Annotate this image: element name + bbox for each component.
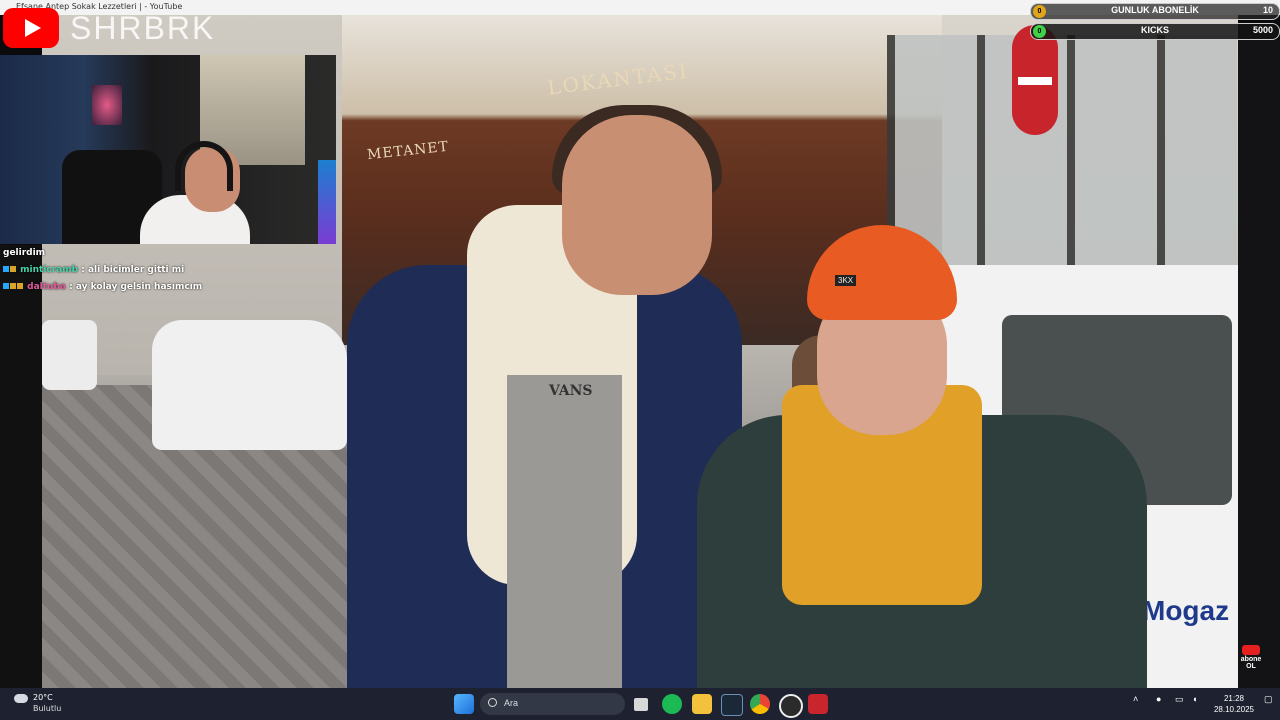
restaurant-sign: LOKANTASI: [546, 58, 690, 100]
presenter-woman: 3KX: [697, 225, 1147, 688]
grey-fleece: VANS: [507, 375, 622, 688]
chrome-icon[interactable]: [750, 694, 770, 714]
wall-poster: [92, 85, 122, 125]
parked-car-left: [42, 320, 97, 390]
file-explorer-icon[interactable]: [692, 694, 712, 714]
left-side-bar: [0, 245, 42, 688]
steam-icon[interactable]: [721, 694, 743, 716]
weather-widget[interactable]: 20°C Bulutlu: [14, 692, 74, 718]
chat-message: minticramb : ali bicimler gitti mi: [3, 262, 253, 279]
subscribe-label: abone OL: [1240, 656, 1262, 670]
channel-name: SHRBRK: [70, 10, 216, 46]
gift-badge-icon: [10, 283, 16, 289]
chat-message: gelirdim: [3, 245, 253, 262]
orange-beanie: 3KX: [807, 225, 957, 320]
parked-car: [152, 320, 347, 450]
man-face: [562, 115, 712, 295]
chevron-up-icon[interactable]: ˄: [1133, 694, 1138, 704]
headphones-icon: [175, 141, 233, 191]
chat-username: minticramb: [20, 265, 79, 275]
streaming-app-icon[interactable]: [808, 694, 828, 714]
spotify-icon[interactable]: [662, 694, 682, 714]
chat-text: : ay kolay gelsin hasımcım: [69, 282, 203, 292]
notification-icon[interactable]: ▢: [1264, 694, 1273, 705]
beanie-label: 3KX: [835, 275, 857, 286]
goal-label: KICKS: [1140, 25, 1169, 35]
chat-message: daltuba : ay kolay gelsin hasımcım: [3, 279, 253, 296]
goal-value: 10: [1262, 5, 1273, 15]
presenter-man: VANS: [347, 105, 742, 688]
goal-value: 5000: [1252, 25, 1273, 35]
pc-case-rgb: [318, 160, 336, 244]
gift-badge-icon: [17, 283, 23, 289]
search-icon: [488, 698, 497, 707]
chat-text: : ali bicimler gitti mi: [81, 265, 185, 275]
sweater-logo: VANS: [549, 383, 593, 399]
windows-start-icon[interactable]: [454, 694, 474, 714]
obs-icon[interactable]: [779, 694, 803, 718]
weather-condition: Bulutlu: [33, 704, 62, 713]
taskbar-search[interactable]: Ara: [480, 693, 625, 715]
clock-time: 21:28: [1223, 694, 1245, 703]
cloud-icon: [14, 694, 28, 703]
chat-username: daltuba: [27, 282, 66, 292]
network-icon[interactable]: ▭: [1175, 694, 1184, 705]
subscribe-button[interactable]: abone OL: [1238, 645, 1264, 673]
sub-badge-icon: [3, 266, 9, 272]
goal-label: GUNLUK ABONELİK: [1111, 5, 1199, 15]
youtube-small-icon: [1242, 645, 1260, 655]
subscriber-goal-bar: 0 GUNLUK ABONELİK 10: [1030, 3, 1280, 20]
chat-overlay: gelirdim minticramb : ali bicimler gitti…: [3, 245, 253, 296]
search-placeholder: Ara: [504, 698, 519, 708]
streamer-webcam: [0, 55, 336, 244]
kicks-goal-bar: 0 KICKS 5000: [1030, 23, 1280, 40]
van-brand-text: Mogaz: [1142, 595, 1230, 626]
microphone-icon[interactable]: ●: [1156, 694, 1161, 704]
clock-date: 28.10.2025: [1213, 705, 1255, 714]
system-clock[interactable]: 21:28 28.10.2025: [1210, 693, 1258, 715]
streamer: [140, 135, 250, 244]
weather-temp: 20°C: [33, 693, 53, 702]
volume-icon[interactable]: ◖: [1192, 694, 1197, 704]
right-side-bar: [1238, 40, 1280, 688]
sub-badge-icon: [3, 283, 9, 289]
chat-text: gelirdim: [3, 248, 46, 258]
youtube-logo-icon: [3, 8, 59, 48]
task-view-icon[interactable]: [634, 698, 648, 711]
no-entry-sign: [1012, 25, 1058, 135]
gift-badge-icon: [10, 266, 16, 272]
